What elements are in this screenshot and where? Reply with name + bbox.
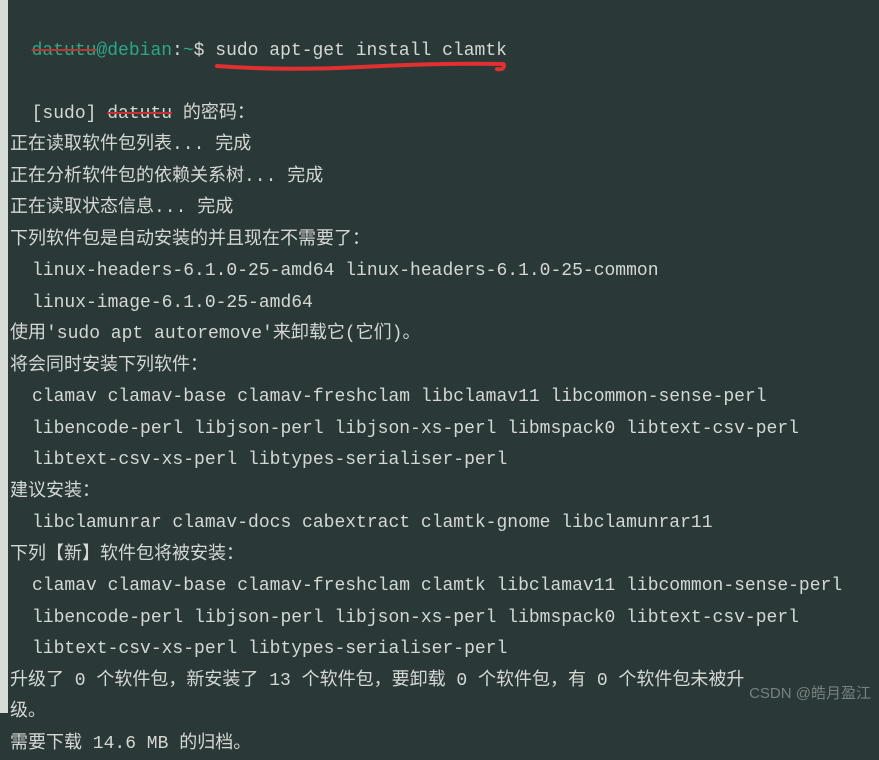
- prompt-line[interactable]: datutu@debian:~$ sudo apt-get install cl…: [10, 4, 877, 67]
- summary-line-1: 升级了 0 个软件包，新安装了 13 个软件包，要卸载 0 个软件包，有 0 个…: [10, 666, 877, 698]
- prompt-dollar: $: [194, 41, 216, 61]
- new-pkg-line-1: clamav clamav-base clamav-freshclam clam…: [10, 571, 877, 603]
- reading-packages-line: 正在读取软件包列表... 完成: [10, 130, 877, 162]
- also-pkg-line-3: libtext-csv-xs-perl libtypes-serialiser-…: [10, 445, 877, 477]
- watermark-text: CSDN @皓月盈江: [749, 681, 871, 707]
- new-pkg-line-3: libtext-csv-xs-perl libtypes-serialiser-…: [10, 634, 877, 666]
- sudo-suffix: 的密码：: [172, 104, 255, 124]
- command-wrap: sudo apt-get install clamtk: [215, 36, 507, 68]
- prompt-at: @: [96, 41, 107, 61]
- suggested-pkg-line: libclamunrar clamav-docs cabextract clam…: [10, 508, 877, 540]
- new-install-header: 下列【新】软件包将被安装：: [10, 540, 877, 572]
- prompt-user: datutu: [32, 41, 97, 61]
- prompt-host: debian: [107, 41, 172, 61]
- suggested-header: 建议安装：: [10, 477, 877, 509]
- autoremove-hint-line: 使用'sudo apt autoremove'来卸载它(它们)。: [10, 319, 877, 351]
- auto-pkg-line-1: linux-headers-6.1.0-25-amd64 linux-heade…: [10, 256, 877, 288]
- auto-not-needed-header: 下列软件包是自动安装的并且现在不需要了：: [10, 225, 877, 257]
- prompt-colon: :: [172, 41, 183, 61]
- also-pkg-line-2: libencode-perl libjson-perl libjson-xs-p…: [10, 414, 877, 446]
- deps-tree-line: 正在分析软件包的依赖关系树... 完成: [10, 162, 877, 194]
- command-text: sudo apt-get install clamtk: [215, 41, 507, 61]
- sudo-prefix: [sudo]: [32, 104, 108, 124]
- reading-state-line: 正在读取状态信息... 完成: [10, 193, 877, 225]
- download-size-line: 需要下载 14.6 MB 的归档。: [10, 729, 877, 760]
- prompt-path: ~: [183, 41, 194, 61]
- new-pkg-line-2: libencode-perl libjson-perl libjson-xs-p…: [10, 603, 877, 635]
- sudo-password-line: [sudo] datutu 的密码：: [10, 67, 877, 130]
- also-install-header: 将会同时安装下列软件：: [10, 351, 877, 383]
- auto-pkg-line-2: linux-image-6.1.0-25-amd64: [10, 288, 877, 320]
- also-pkg-line-1: clamav clamav-base clamav-freshclam libc…: [10, 382, 877, 414]
- sudo-masked-user: datutu: [107, 104, 172, 124]
